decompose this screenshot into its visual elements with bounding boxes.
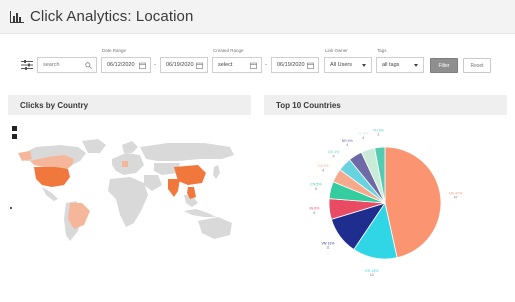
link-owner-select[interactable]: All Users [324, 57, 372, 73]
pie-label-4: CN 5% 5 [310, 183, 322, 191]
calendar-icon [307, 62, 314, 69]
filter-button[interactable]: Filter [430, 58, 458, 73]
date-range-end[interactable]: 06/19/2020 [160, 57, 208, 73]
pie-label-3: IN 6% 6 [310, 207, 321, 215]
tags-select[interactable]: all tags [376, 57, 424, 73]
date-range-end-value: 06/19/2020 [166, 62, 194, 68]
top-countries-header: Top 10 Countries [264, 95, 507, 115]
chevron-down-icon [362, 64, 366, 67]
pie-label-9: TH 3% 3 [373, 128, 385, 136]
pie-label-1: KH 13% 13 [365, 269, 379, 277]
date-range-start[interactable]: 06/12/2020 [101, 57, 151, 73]
filter-bar: search Date Range 06/12/2020 - 06/19/202… [0, 44, 515, 84]
created-range-end-value: 06/19/2020 [277, 62, 305, 68]
created-range-end[interactable]: 06/19/2020 [271, 57, 319, 73]
date-range-separator: - [154, 62, 156, 68]
top-countries-title: Top 10 Countries [276, 101, 341, 110]
tags-value: all tags [382, 62, 400, 68]
created-range-start-value: select [218, 62, 233, 68]
zoom-in-button[interactable] [12, 126, 17, 131]
link-owner-label: Link Owner [325, 48, 348, 53]
search-input[interactable]: search [37, 57, 97, 73]
created-range-start[interactable]: select [212, 57, 262, 73]
map-land [20, 139, 234, 241]
filter-settings-icon[interactable] [21, 60, 33, 70]
pie-label-8: FL 4% 4 [358, 131, 369, 139]
pie-label-2: VN 11% 11 [321, 241, 335, 249]
bar-chart-icon [10, 11, 24, 23]
search-icon [85, 62, 92, 69]
link-owner-value: All Users [330, 62, 353, 68]
pie-label-6: DE 4% 4 [328, 150, 340, 158]
page-title: Click Analytics: Location [30, 8, 194, 25]
pie-label-5: CA 4% 4 [318, 164, 330, 172]
clicks-by-country-title: Clicks by Country [20, 101, 89, 110]
chevron-down-icon [414, 64, 418, 67]
calendar-icon [139, 62, 146, 69]
pie-label-0: US 47% 47 [449, 191, 463, 199]
tags-label: Tags [377, 48, 387, 53]
search-placeholder: search [43, 62, 60, 68]
reset-button[interactable]: Reset [463, 58, 491, 73]
created-range-separator: - [265, 62, 267, 68]
world-map[interactable] [8, 137, 248, 247]
clicks-by-country-header: Clicks by Country [8, 95, 251, 115]
calendar-icon [250, 62, 257, 69]
date-range-start-value: 06/12/2020 [107, 62, 135, 68]
calendar-icon [196, 62, 203, 69]
pie-label-7: BR 4% 4 [342, 139, 354, 147]
top-countries-pie-chart: US 47% 47 KH 13% 13 VN 11% 11 IN 6% 6 CN 5% 5 CA 4… [310, 128, 463, 277]
date-range-label: Date Range [102, 48, 127, 53]
page-header: Click Analytics: Location [0, 0, 515, 34]
map-marker [10, 207, 12, 209]
pie-slices [328, 146, 442, 260]
created-range-label: Created Range [213, 48, 244, 53]
